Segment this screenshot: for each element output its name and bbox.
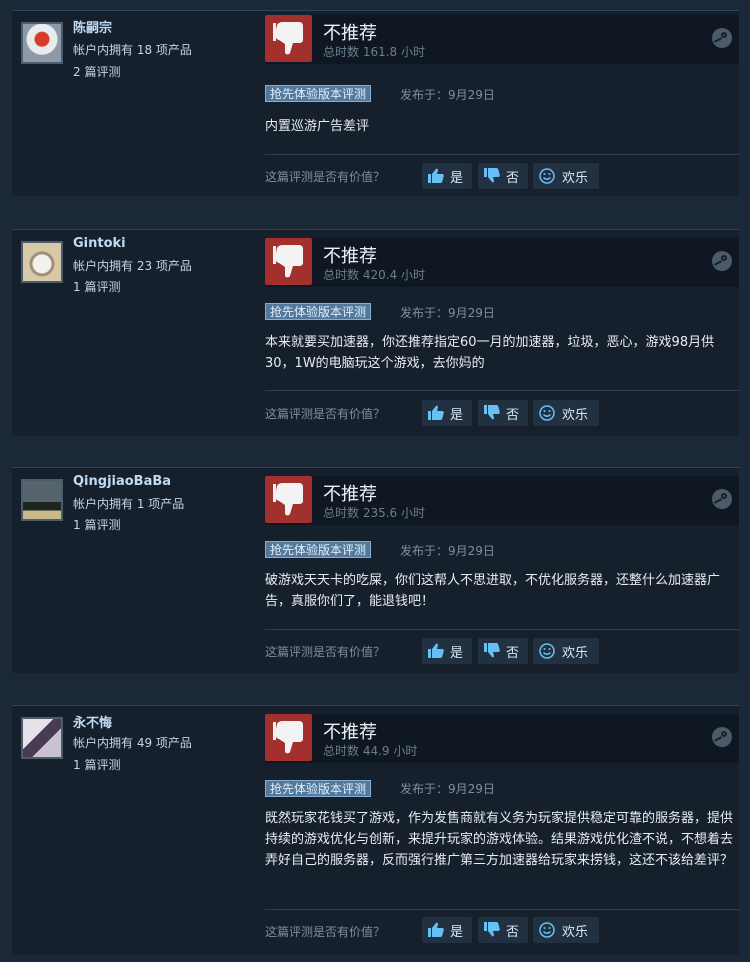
early-access-tag: 抢先体验版本评测 [265, 85, 372, 102]
divider [265, 390, 739, 391]
helpful-question: 这篇评测是否有价值？ [265, 645, 386, 659]
thumbs-down-icon [265, 238, 312, 285]
review-card: 陈嗣宗 帐户内拥有 18 项产品 2 篇评测 不推荐 总时数 161.8 小时 … [12, 10, 739, 196]
review-verdict: 不推荐 [323, 246, 377, 267]
steam-icon [712, 489, 732, 509]
review-card: 永不悔 帐户内拥有 49 项产品 1 篇评测 不推荐 总时数 44.9 小时 抢… [12, 705, 739, 955]
playtime-hours: 总时数 44.9 小时 [323, 744, 418, 758]
user-avatar[interactable] [21, 479, 63, 521]
helpful-question: 这篇评测是否有价值？ [265, 170, 386, 184]
user-products-count[interactable]: 帐户内拥有 23 项产品 [73, 257, 192, 274]
vote-funny-button[interactable]: 欢乐 [533, 638, 599, 664]
vote-funny-button[interactable]: 欢乐 [533, 400, 599, 426]
thumbs-down-icon [484, 405, 500, 420]
playtime-hours: 总时数 161.8 小时 [323, 45, 425, 59]
review-verdict: 不推荐 [323, 484, 377, 505]
vote-yes-label: 是 [450, 171, 464, 186]
posted-date: 发布于：9月29日 [400, 88, 495, 102]
vote-yes-button[interactable]: 是 [422, 917, 472, 943]
user-name[interactable]: QingjiaoBaBa [73, 474, 171, 489]
vote-no-button[interactable]: 否 [478, 163, 528, 189]
early-access-tag: 抢先体验版本评测 [265, 780, 372, 797]
playtime-hours: 总时数 235.6 小时 [323, 506, 425, 520]
vote-funny-label: 欢乐 [562, 925, 589, 940]
vote-funny-button[interactable]: 欢乐 [533, 163, 599, 189]
helpful-question: 这篇评测是否有价值？ [265, 407, 386, 421]
vote-no-label: 否 [506, 925, 520, 940]
vote-no-button[interactable]: 否 [478, 638, 528, 664]
steam-icon [712, 251, 732, 271]
early-access-tag: 抢先体验版本评测 [265, 541, 372, 558]
user-name[interactable]: 永不悔 [73, 712, 112, 731]
review-text: 既然玩家花钱买了游戏，作为发售商就有义务为玩家提供稳定可靠的服务器，提供持续的游… [265, 811, 734, 868]
vote-funny-button[interactable]: 欢乐 [533, 917, 599, 943]
review-verdict-header[interactable]: 不推荐 总时数 420.4 小时 [265, 238, 739, 287]
user-reviews-count[interactable]: 1 篇评测 [73, 278, 120, 295]
posted-date: 发布于：9月29日 [400, 782, 495, 796]
divider [265, 909, 739, 910]
posted-date: 发布于：9月29日 [400, 306, 495, 320]
posted-date: 发布于：9月29日 [400, 544, 495, 558]
vote-yes-button[interactable]: 是 [422, 163, 472, 189]
thumbs-down-icon [484, 643, 500, 658]
smiley-icon [539, 643, 555, 659]
user-products-count[interactable]: 帐户内拥有 49 项产品 [73, 734, 192, 751]
vote-no-label: 否 [506, 171, 520, 186]
review-verdict: 不推荐 [323, 23, 377, 44]
divider [265, 154, 739, 155]
user-avatar[interactable] [21, 241, 63, 283]
smiley-icon [539, 405, 555, 421]
review-text: 破游戏天天卡的吃屎，你们这帮人不思进取，不优化服务器，还整什么加速器广告，真服你… [265, 573, 721, 609]
divider [265, 629, 739, 630]
review-verdict-header[interactable]: 不推荐 总时数 44.9 小时 [265, 714, 739, 763]
thumbs-down-icon [265, 15, 312, 62]
vote-funny-label: 欢乐 [562, 646, 589, 661]
review-text: 内置巡游广告差评 [265, 119, 370, 134]
thumbs-down-icon [265, 476, 312, 523]
review-verdict: 不推荐 [323, 722, 377, 743]
user-avatar[interactable] [21, 717, 63, 759]
vote-funny-label: 欢乐 [562, 171, 589, 186]
smiley-icon [539, 922, 555, 938]
vote-yes-button[interactable]: 是 [422, 400, 472, 426]
steam-icon [712, 727, 732, 747]
playtime-hours: 总时数 420.4 小时 [323, 268, 425, 282]
user-products-count[interactable]: 帐户内拥有 18 项产品 [73, 41, 192, 58]
vote-funny-label: 欢乐 [562, 408, 589, 423]
vote-yes-label: 是 [450, 925, 464, 940]
review-text: 本来就要买加速器，你还推荐指定60一月的加速器，垃圾，恶心，游戏98月供30，1… [265, 335, 715, 371]
review-verdict-header[interactable]: 不推荐 总时数 235.6 小时 [265, 476, 739, 525]
user-products-count[interactable]: 帐户内拥有 1 项产品 [73, 495, 184, 512]
early-access-tag: 抢先体验版本评测 [265, 303, 372, 320]
thumbs-up-icon [428, 922, 444, 937]
user-reviews-count[interactable]: 1 篇评测 [73, 516, 120, 533]
vote-no-label: 否 [506, 408, 520, 423]
vote-no-button[interactable]: 否 [478, 917, 528, 943]
vote-no-label: 否 [506, 646, 520, 661]
review-card: Gintoki 帐户内拥有 23 项产品 1 篇评测 不推荐 总时数 420.4… [12, 229, 739, 436]
thumbs-down-icon [484, 168, 500, 183]
user-name[interactable]: Gintoki [73, 236, 126, 251]
vote-no-button[interactable]: 否 [478, 400, 528, 426]
vote-yes-label: 是 [450, 646, 464, 661]
thumbs-up-icon [428, 643, 444, 658]
thumbs-down-icon [265, 714, 312, 761]
thumbs-up-icon [428, 405, 444, 420]
helpful-question: 这篇评测是否有价值？ [265, 925, 386, 939]
smiley-icon [539, 168, 555, 184]
steam-icon [712, 28, 732, 48]
user-reviews-count[interactable]: 1 篇评测 [73, 756, 120, 773]
vote-yes-button[interactable]: 是 [422, 638, 472, 664]
vote-yes-label: 是 [450, 408, 464, 423]
thumbs-up-icon [428, 168, 444, 183]
thumbs-down-icon [484, 922, 500, 937]
user-name[interactable]: 陈嗣宗 [73, 17, 112, 36]
user-avatar[interactable] [21, 22, 63, 64]
review-verdict-header[interactable]: 不推荐 总时数 161.8 小时 [265, 15, 739, 64]
review-card: QingjiaoBaBa 帐户内拥有 1 项产品 1 篇评测 不推荐 总时数 2… [12, 467, 739, 673]
user-reviews-count[interactable]: 2 篇评测 [73, 63, 120, 80]
